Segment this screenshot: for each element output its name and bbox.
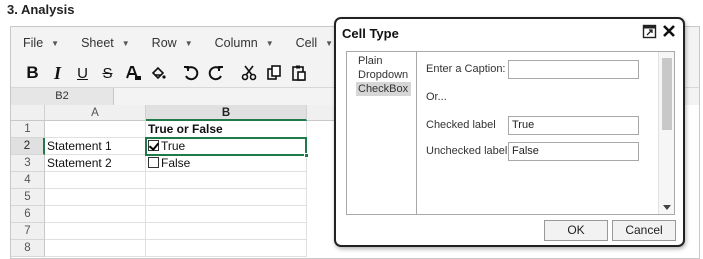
cell-type-dialog: Cell Type Plain Dropdown CheckBox Enter …: [334, 17, 685, 247]
checked-label-caption: Checked label: [426, 119, 496, 131]
unchecked-label-input[interactable]: False: [508, 142, 639, 161]
scrollbar-thumb[interactable]: [662, 58, 672, 130]
font-color-icon[interactable]: [120, 61, 145, 85]
cell-a8[interactable]: [45, 240, 146, 257]
cell-b3-label: False: [161, 156, 191, 170]
cell-a7[interactable]: [45, 223, 146, 240]
dialog-scrollbar[interactable]: [658, 52, 674, 214]
menu-column[interactable]: Column ▼: [215, 36, 274, 50]
row-header[interactable]: 5: [11, 189, 45, 206]
cell-b1[interactable]: True or False: [146, 121, 307, 138]
name-box[interactable]: B2: [11, 88, 114, 105]
chevron-down-icon: ▼: [325, 38, 334, 48]
column-header-a[interactable]: A: [45, 105, 146, 121]
undo-icon[interactable]: [178, 61, 203, 85]
row-header[interactable]: 7: [11, 223, 45, 240]
corner-header: [11, 105, 45, 121]
chevron-down-icon: ▼: [51, 38, 60, 48]
chevron-down-icon: ▼: [184, 38, 193, 48]
menu-sheet-label: Sheet: [81, 36, 114, 50]
cell-b8[interactable]: [146, 240, 307, 257]
popout-icon[interactable]: [642, 24, 657, 39]
cut-icon[interactable]: [236, 61, 261, 85]
cell-b4[interactable]: [146, 172, 307, 189]
menu-file[interactable]: File ▼: [23, 36, 59, 50]
cancel-button[interactable]: Cancel: [612, 220, 676, 241]
cell-a1[interactable]: [45, 121, 146, 138]
cell-a2[interactable]: Statement 1: [45, 138, 146, 155]
cell-a3[interactable]: Statement 2: [45, 155, 146, 172]
bold-letter: B: [26, 63, 39, 82]
row-header[interactable]: 2: [11, 138, 45, 155]
underline-icon[interactable]: U: [70, 61, 95, 85]
menu-column-label: Column: [214, 36, 258, 50]
fill-handle[interactable]: [304, 153, 309, 158]
checked-label-input[interactable]: True: [508, 116, 639, 135]
active-cell-selection: [145, 137, 309, 158]
cell-a6[interactable]: [45, 206, 146, 223]
menu-row-label: Row: [151, 36, 177, 50]
cell-type-list: Plain Dropdown CheckBox: [347, 52, 417, 214]
close-icon[interactable]: [661, 23, 677, 39]
row-header[interactable]: 6: [11, 206, 45, 223]
menu-sheet[interactable]: Sheet ▼: [81, 36, 130, 50]
menu-file-label: File: [23, 36, 44, 50]
menu-cell[interactable]: Cell ▼: [296, 36, 333, 50]
menu-row[interactable]: Row ▼: [152, 36, 193, 50]
row-header[interactable]: 8: [11, 240, 45, 257]
copy-icon[interactable]: [261, 61, 286, 85]
cell-b6[interactable]: [146, 206, 307, 223]
underline-letter: U: [77, 64, 88, 82]
dialog-title: Cell Type: [342, 26, 399, 41]
strikethrough-icon[interactable]: S: [95, 61, 120, 85]
cell-b7[interactable]: [146, 223, 307, 240]
type-option-checkbox[interactable]: CheckBox: [356, 82, 411, 96]
row-header[interactable]: 1: [11, 121, 45, 138]
caption-input[interactable]: [508, 60, 639, 79]
strike-letter: S: [102, 64, 113, 82]
chevron-down-icon: ▼: [265, 38, 274, 48]
unchecked-label-caption: Unchecked label: [426, 145, 508, 157]
cell-a4[interactable]: [45, 172, 146, 189]
checkbox-settings: Enter a Caption: Or... Checked label Tru…: [418, 52, 658, 214]
paste-icon[interactable]: [286, 61, 311, 85]
fill-color-icon[interactable]: [145, 61, 170, 85]
cell-b3[interactable]: False: [146, 155, 307, 172]
scroll-down-icon[interactable]: [663, 205, 671, 210]
type-option-plain[interactable]: Plain: [348, 54, 416, 68]
cell-a5[interactable]: [45, 189, 146, 206]
row-header[interactable]: 4: [11, 172, 45, 189]
section-heading: 3. Analysis: [7, 2, 75, 17]
menu-cell-label: Cell: [295, 36, 318, 50]
or-label: Or...: [426, 91, 447, 103]
type-option-dropdown[interactable]: Dropdown: [348, 68, 416, 82]
italic-letter: I: [53, 62, 61, 83]
row-header[interactable]: 3: [11, 155, 45, 172]
checkbox-unchecked[interactable]: [148, 157, 159, 168]
ok-button[interactable]: OK: [544, 220, 608, 241]
chevron-down-icon: ▼: [121, 38, 130, 48]
dialog-body: Plain Dropdown CheckBox Enter a Caption:…: [346, 51, 675, 215]
bold-icon[interactable]: B: [20, 61, 45, 85]
caption-label: Enter a Caption:: [426, 63, 506, 75]
column-header-b[interactable]: B: [146, 105, 307, 121]
cell-b5[interactable]: [146, 189, 307, 206]
redo-icon[interactable]: [203, 61, 228, 85]
italic-icon[interactable]: I: [45, 61, 70, 85]
